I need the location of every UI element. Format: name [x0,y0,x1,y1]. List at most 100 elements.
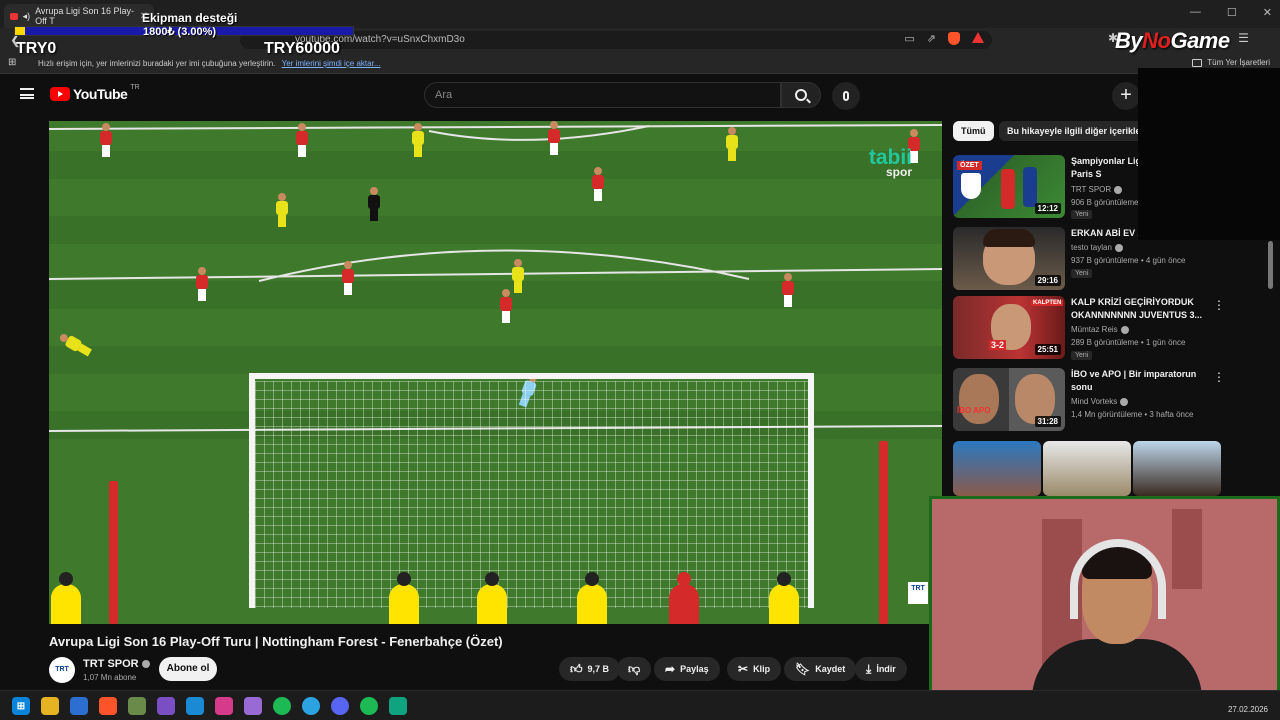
player-yellow [725,127,739,163]
minimize-icon[interactable]: — [1190,6,1201,19]
create-button[interactable]: + [1112,82,1140,110]
recommendation-title[interactable]: İBO ve APO | Bir imparatorun sonu [1071,368,1211,394]
donation-goal-max: TRY60000 [264,40,340,57]
download-button[interactable]: ⤓ İndir [855,657,907,681]
thumbs-down-icon: 👎︎ [628,661,641,676]
donation-goal-overlay: Ekipman desteği 1800₺ (3.00%) TRY0 TRY60… [4,10,354,62]
new-badge: Yeni [1071,351,1093,360]
folder-icon [1192,58,1203,67]
brave-icon[interactable] [99,697,117,715]
youtube-play-logo-icon [50,87,70,101]
spectator [669,572,699,624]
all-bookmarks-button[interactable]: Tüm Yer İşaretleri [1192,58,1270,67]
share-button[interactable]: ➦ Paylaş [654,657,720,681]
recommendation-title[interactable]: KALP KRİZİ GEÇİRİYORDUK OKANNNNNNN JUVEN… [1071,296,1211,322]
channel-avatar[interactable]: TRT [49,657,75,683]
chip-all[interactable]: Tümü [953,121,994,141]
spotify-alt-icon[interactable] [360,697,378,715]
cam-shelf [1172,509,1202,589]
steward [577,572,607,624]
goal-net [249,373,814,608]
recommendation-meta: 1,4 Mn görüntüleme • 3 hafta önce [1071,410,1194,419]
player-yellow [275,193,289,229]
like-button[interactable]: 👍︎ 9,7 B [559,657,621,681]
dislike-button[interactable]: 👎︎ [617,657,652,681]
brave-shields-icon[interactable] [948,32,960,45]
thumb-player [1001,169,1015,209]
channel-name[interactable]: TRT SPOR [83,658,150,670]
like-count: 9,7 B [587,664,610,674]
taskbar: ⊞ 27.02.2026 [0,690,1280,720]
clip-button[interactable]: ✂ Klip [727,657,782,681]
cast-icon[interactable]: ▭ [904,32,914,45]
logo-part-no: No [1142,28,1171,53]
recommendation-channel: Mümtaz Reis [1071,325,1129,334]
more-options-icon[interactable]: ⋮ [1213,298,1225,312]
voice-search-button[interactable] [832,82,860,110]
share-icon: ➦ [665,662,676,676]
brave-rewards-icon[interactable] [972,32,984,43]
save-label: Kaydet [815,664,846,674]
share-page-icon[interactable]: ⇗ [927,32,936,45]
start-icon[interactable]: ⊞ [12,697,30,715]
shorts-thumbnail[interactable] [1043,441,1131,496]
browser-menu-icon[interactable]: ☰ [1238,31,1249,45]
player-red [295,123,309,159]
halfway-line [49,124,942,130]
thumb-caption: KALPTEN [1031,300,1064,306]
share-label: Paylaş [680,664,709,674]
visual-studio-icon[interactable] [157,697,175,715]
shorts-thumbnail[interactable] [1133,441,1221,496]
more-options-icon[interactable]: ⋮ [1213,370,1225,384]
tabii-watermark: tabii spor [869,146,912,179]
maximize-icon[interactable]: ☐ [1227,6,1237,19]
puzzle-icon[interactable] [128,697,146,715]
store-icon[interactable] [70,697,88,715]
recommendation-item[interactable]: 3-2 KALPTEN 25:51 KALP KRİZİ GEÇİRİYORDU… [953,296,1273,360]
donation-goal-title: Ekipman desteği [142,11,238,25]
steward [477,572,507,624]
file-explorer-icon[interactable] [41,697,59,715]
taskbar-date: 27.02.2026 [1227,705,1268,714]
player-yellow [511,259,525,295]
player-red [547,121,561,157]
recommendation-item[interactable]: İBO APO 31:28 İBO ve APO | Bir imparator… [953,368,1273,432]
feather-icon[interactable] [244,697,262,715]
corner-post [109,481,118,624]
search-input[interactable]: Ara [424,82,781,108]
discord-icon[interactable] [331,697,349,715]
shorts-thumbnail[interactable] [953,441,1041,496]
video-thumbnail[interactable]: 29:16 [953,227,1065,290]
webcam-overlay [929,496,1280,701]
donation-goal-min: TRY0 [16,40,57,57]
telegram-icon[interactable] [302,697,320,715]
video-thumbnail[interactable]: ÖZET 12:12 [953,155,1065,218]
recommendation-channel-name: Mümtaz Reis [1071,325,1118,334]
vscode-icon[interactable] [186,697,204,715]
scissors-icon: ✂ [738,662,749,676]
video-thumbnail[interactable]: İBO APO 31:28 [953,368,1065,431]
close-window-icon[interactable]: ✕ [1263,6,1272,19]
video-player[interactable]: tabii spor TRT [49,121,942,624]
recommendation-channel: Mind Vorteks [1071,397,1129,406]
search-button[interactable] [781,82,821,108]
video-duration: 31:28 [1034,416,1061,427]
video-thumbnail[interactable]: 3-2 KALPTEN 25:51 [953,296,1065,359]
right-post [808,373,814,608]
verified-icon [141,660,150,669]
spotify-icon[interactable] [273,697,291,715]
save-button[interactable]: 🔖︎ Kaydet [784,657,857,681]
youtube-logo[interactable]: YouTube TR [50,84,140,102]
search-icon [795,89,807,101]
download-icon: ⤓ [866,661,872,676]
instagram-icon[interactable] [215,697,233,715]
hamburger-menu-icon[interactable] [20,88,34,99]
chip-related[interactable]: Bu hikayeyle ilgili diğer içerikler [999,121,1153,141]
player-red [99,123,113,159]
chatbot-icon[interactable] [389,697,407,715]
left-post [249,373,255,608]
subscribe-button[interactable]: Abone ol [159,657,217,681]
thumbs-up-icon: 👍︎ [570,661,583,676]
recommendation-meta: 906 B görüntüleme [1071,198,1139,207]
page-scrollbar[interactable] [1268,241,1273,289]
